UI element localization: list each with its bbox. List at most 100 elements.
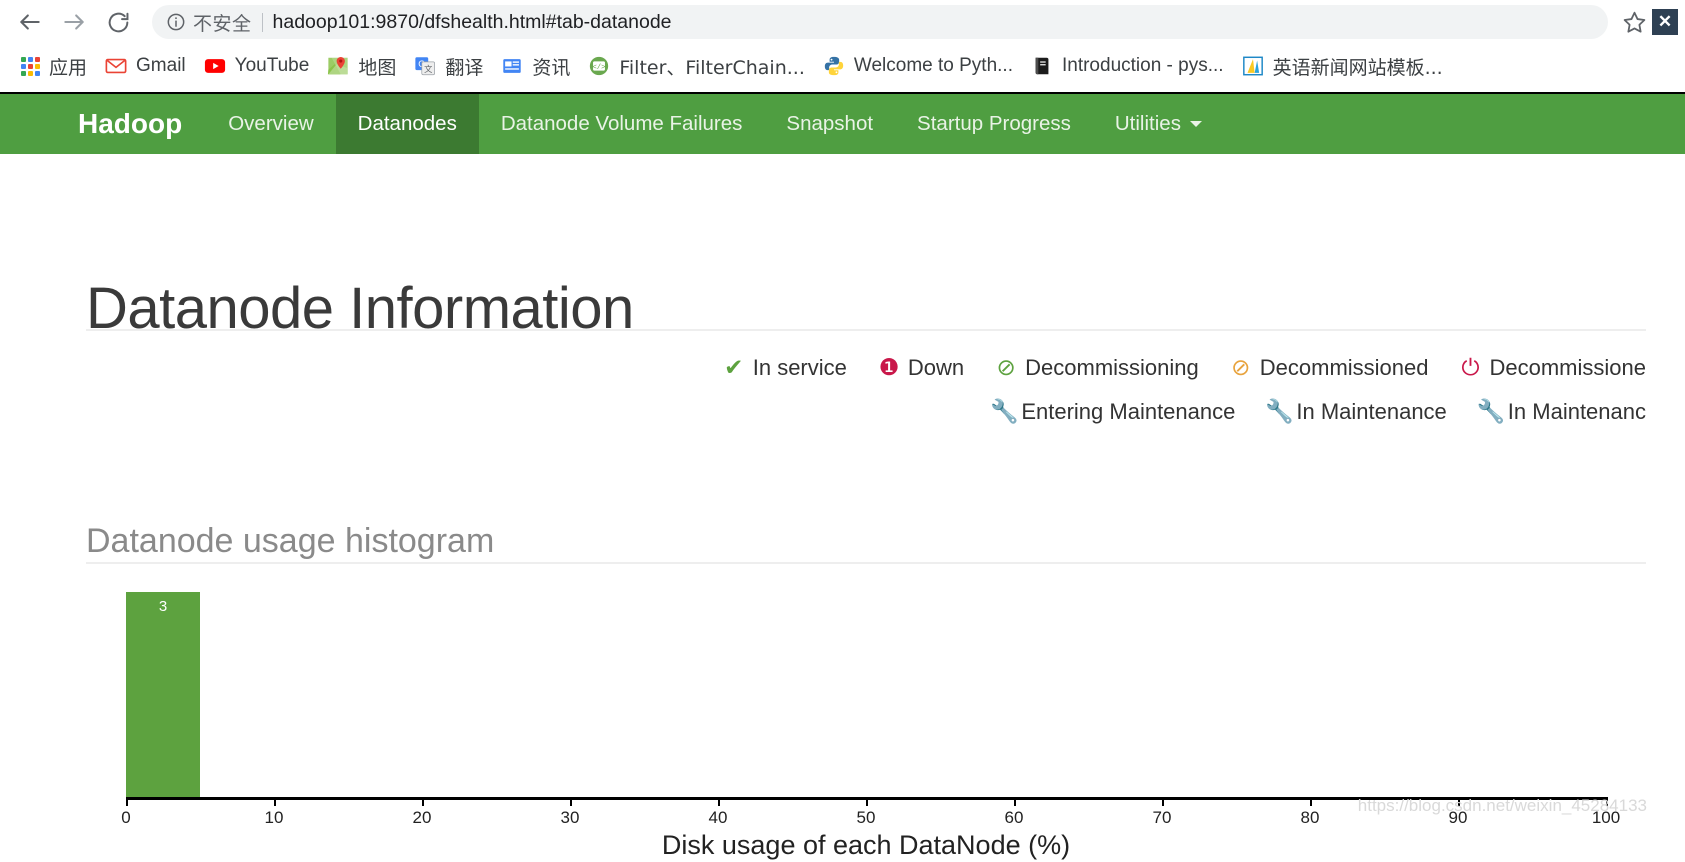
histogram-bar[interactable]: 3 <box>126 592 200 797</box>
bookmark-label: 应用 <box>49 56 88 79</box>
template-icon <box>1242 55 1264 77</box>
legend-item-in-maintenance: 🔧 In Maintenance <box>1265 390 1446 434</box>
bookmark-youtube[interactable]: YouTube <box>195 51 319 81</box>
bookmark-news[interactable]: 资讯 <box>492 51 579 81</box>
nav-label: Overview <box>228 112 314 135</box>
nav-item-datanode-volume-failures[interactable]: Datanode Volume Failures <box>479 94 765 154</box>
nav-label: Snapshot <box>786 112 874 135</box>
info-circle-icon[interactable] <box>166 12 186 32</box>
nav-item-utilities[interactable]: Utilities <box>1093 94 1224 154</box>
x-axis-tick <box>422 797 424 806</box>
x-axis-tick <box>274 797 276 806</box>
nav-item-datanodes[interactable]: Datanodes <box>335 94 479 154</box>
bookmark-label: Introduction - pys... <box>1061 55 1224 76</box>
bookmark-welcome-to-python[interactable]: Welcome to Pyth... <box>814 51 1022 81</box>
bookmark-translate[interactable]: G 文 翻译 <box>405 51 492 81</box>
histogram-divider <box>86 562 1646 564</box>
power-off-icon: ⏻ <box>1461 355 1480 381</box>
svg-text:</>: </> <box>593 64 606 72</box>
x-axis-tick-label: 50 <box>856 808 876 827</box>
chevron-down-icon <box>1189 121 1202 127</box>
python-icon <box>823 55 845 77</box>
nav-label: Utilities <box>1114 112 1181 135</box>
omnibox-divider <box>261 12 263 32</box>
address-bar[interactable]: 不安全 hadoop101:9870/dfshealth.html#tab-da… <box>152 5 1608 39</box>
histogram-bar-value: 3 <box>158 598 168 615</box>
x-axis-tick <box>1310 797 1312 806</box>
bookmark-label: Welcome to Pyth... <box>853 55 1013 76</box>
bookmark-star-button[interactable] <box>1616 10 1652 35</box>
nav-item-snapshot[interactable]: Snapshot <box>764 94 895 154</box>
bookmark-filter-filterchain[interactable]: </> Filter、FilterChain... <box>579 51 814 81</box>
svg-text:文: 文 <box>424 64 432 74</box>
ban-circle-icon: ⊘ <box>1231 355 1251 381</box>
x-axis-tick-label: 60 <box>1004 808 1024 827</box>
youtube-icon <box>204 55 226 77</box>
datanode-usage-histogram: 3 Disk usage of each DataNode (%) 0 10 20 3… <box>86 574 1646 862</box>
x-axis-tick <box>1162 797 1164 806</box>
google-translate-icon: G 文 <box>414 55 436 77</box>
nav-item-overview[interactable]: Overview <box>206 94 335 154</box>
nav-label: Datanode Volume Failures <box>500 112 743 135</box>
bookmark-apps[interactable]: 应用 <box>12 51 96 81</box>
legend-label: Decommissione <box>1489 355 1647 380</box>
reload-icon <box>108 12 128 32</box>
ban-circle-icon: ⊘ <box>996 355 1016 381</box>
bookmark-gmail[interactable]: Gmail <box>96 51 195 81</box>
legend-label: Entering Maintenance <box>1021 399 1236 424</box>
reload-button[interactable] <box>96 0 140 44</box>
forward-button[interactable] <box>52 0 96 44</box>
browser-toolbar: 不安全 hadoop101:9870/dfshealth.html#tab-da… <box>0 0 1685 44</box>
legend-item-in-service: ✔ In service <box>722 346 847 390</box>
exclamation-circle-icon: ❶ <box>878 355 900 381</box>
wrench-icon: 🔧 <box>1265 399 1294 425</box>
legend-item-entering-maintenance: 🔧 Entering Maintenance <box>990 390 1235 434</box>
nav-item-startup-progress[interactable]: Startup Progress <box>895 94 1093 154</box>
back-arrow-icon <box>20 14 40 30</box>
x-axis-tick-label: 30 <box>560 808 580 827</box>
bookmark-maps[interactable]: 地图 <box>318 51 405 81</box>
bookmark-label: YouTube <box>234 55 310 76</box>
bookmark-label: Gmail <box>136 55 186 76</box>
hadoop-brand[interactable]: Hadoop <box>0 94 206 154</box>
check-icon: ✔ <box>724 355 744 381</box>
legend-item-in-maintenance-truncated: 🔧 In Maintenanc <box>1477 390 1646 434</box>
bookmark-label: 翻译 <box>445 56 484 79</box>
x-axis-tick <box>866 797 868 806</box>
nav-label: Datanodes <box>357 112 457 135</box>
browser-chrome: 不安全 hadoop101:9870/dfshealth.html#tab-da… <box>0 0 1685 88</box>
bookmark-label: Filter、FilterChain... <box>619 56 805 79</box>
url-text[interactable]: hadoop101:9870/dfshealth.html#tab-datano… <box>273 11 1596 34</box>
close-icon: ✕ <box>1657 12 1673 31</box>
x-axis-tick-label: 10 <box>264 808 284 827</box>
bookmark-english-news-template[interactable]: 英语新闻网站模板... <box>1233 51 1452 81</box>
close-button[interactable]: ✕ <box>1652 9 1678 35</box>
forward-arrow-icon <box>64 14 84 30</box>
bookmark-label: 资讯 <box>532 56 571 79</box>
code-page-icon: </> <box>588 55 610 77</box>
legend-label: Decommissioned <box>1259 355 1429 380</box>
histogram-plot-area: 3 <box>126 592 1606 797</box>
legend-label: Decommissioning <box>1025 355 1199 380</box>
gmail-icon <box>105 55 127 77</box>
x-axis-tick <box>1458 797 1460 806</box>
bookmark-introduction-pyspark[interactable]: Introduction - pys... <box>1022 51 1233 81</box>
legend-row-2: 🔧 Entering Maintenance 🔧 In Maintenance 🔧 I… <box>86 390 1646 434</box>
legend-label: In Maintenance <box>1296 399 1447 424</box>
x-axis-tick-label: 100 <box>1591 808 1621 827</box>
hadoop-navbar: Hadoop Overview Datanodes Datanode Volum… <box>0 92 1685 154</box>
star-icon <box>1623 11 1645 33</box>
x-axis-tick <box>126 797 128 806</box>
legend-item-down: ❶ Down <box>877 346 965 390</box>
legend-label: Down <box>907 355 965 380</box>
x-axis-tick <box>718 797 720 806</box>
title-divider <box>86 329 1646 331</box>
page-content: Datanode Information ✔ In service ❶ Down ⊘… <box>0 154 1685 862</box>
legend-label: In Maintenanc <box>1507 399 1646 424</box>
histogram-title: Datanode usage histogram <box>86 522 495 561</box>
wrench-icon: 🔧 <box>1476 399 1506 425</box>
back-button[interactable] <box>8 0 52 44</box>
x-axis-tick <box>1014 797 1016 806</box>
x-axis-tick-label: 20 <box>412 808 432 827</box>
x-axis-tick-label: 90 <box>1448 808 1468 827</box>
